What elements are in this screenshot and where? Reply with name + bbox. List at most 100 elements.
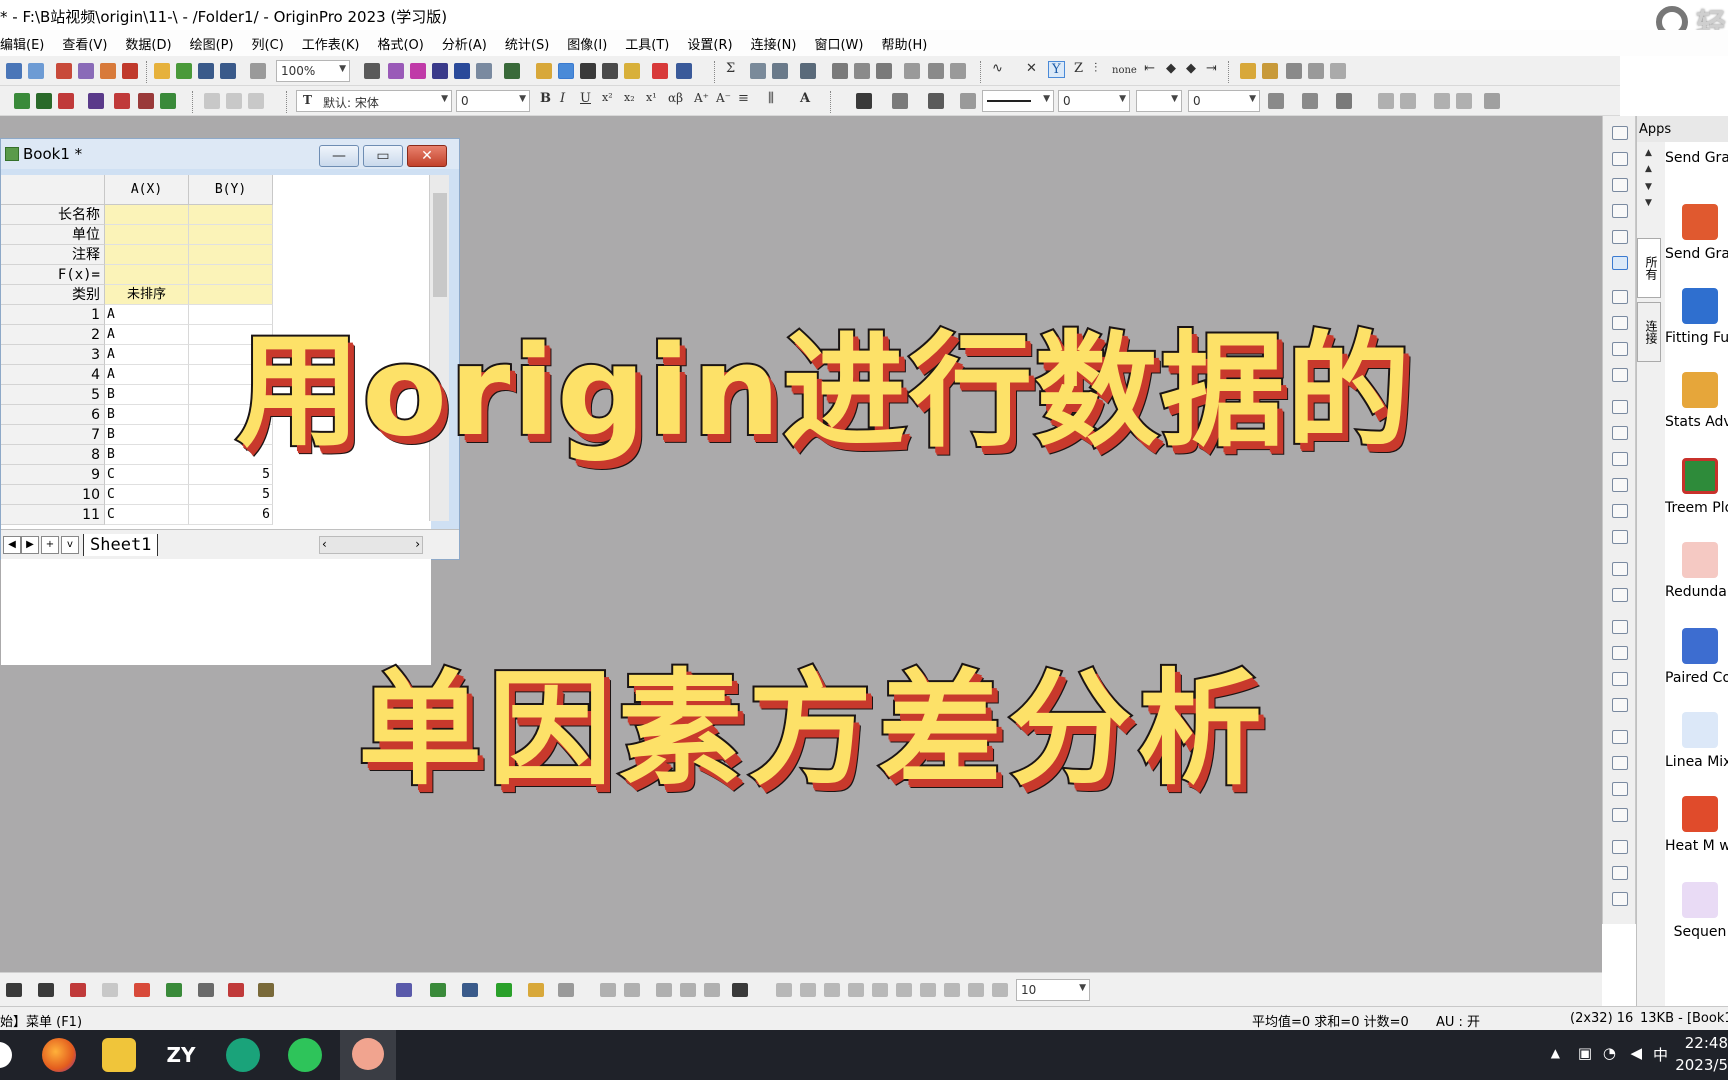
row-number[interactable]: 4: [1, 365, 105, 385]
copy-icon[interactable]: [226, 93, 242, 109]
object-align-10-icon[interactable]: [992, 983, 1008, 997]
status-autoupdate[interactable]: AU : 开: [1436, 1011, 1480, 1030]
swap-icon[interactable]: [624, 983, 640, 997]
sigma-icon[interactable]: Σ: [726, 61, 735, 76]
align-icon[interactable]: ≡: [738, 91, 749, 106]
column-header-b[interactable]: B(Y): [189, 175, 273, 205]
first-sheet-icon[interactable]: ◀: [3, 536, 21, 554]
column-chart-icon[interactable]: [70, 983, 86, 997]
object-align-4-icon[interactable]: [848, 983, 864, 997]
next-icon[interactable]: ◆: [1186, 61, 1196, 76]
new-project-icon[interactable]: [6, 63, 22, 79]
statistics-icon[interactable]: [750, 63, 766, 79]
export-graph-icon[interactable]: [388, 63, 404, 79]
annotation-icon[interactable]: [1286, 63, 1302, 79]
ungroup-tool-icon[interactable]: [1612, 756, 1628, 770]
sup-sub-icon[interactable]: x¹: [646, 91, 657, 104]
sheet-list-icon[interactable]: v: [61, 536, 79, 554]
code-builder-icon[interactable]: [558, 63, 574, 79]
scrollbar-thumb[interactable]: [433, 193, 447, 297]
data-reader-tool-icon[interactable]: [1612, 256, 1628, 270]
sort-icon[interactable]: [772, 63, 788, 79]
hatch-icon[interactable]: [1268, 93, 1284, 109]
region-icon[interactable]: [1308, 63, 1324, 79]
merge-icon[interactable]: [36, 93, 52, 109]
object-align-9-icon[interactable]: [968, 983, 984, 997]
project-explorer-icon[interactable]: [504, 63, 520, 79]
column-bars-icon[interactable]: [732, 983, 748, 997]
cell[interactable]: [189, 225, 273, 245]
new-matrix-icon[interactable]: [78, 63, 94, 79]
search-icon[interactable]: [0, 1042, 12, 1068]
boxplot-icon[interactable]: [134, 983, 150, 997]
object-align-5-icon[interactable]: [872, 983, 888, 997]
set-as-y-icon[interactable]: Y: [1048, 61, 1065, 78]
circle-app-icon[interactable]: [226, 1038, 260, 1072]
app-item[interactable]: Sequen: [1665, 882, 1728, 942]
menu-data[interactable]: 数据(D): [125, 34, 171, 53]
circle-tool-icon[interactable]: [1612, 504, 1628, 518]
duplicate-icon[interactable]: [454, 63, 470, 79]
align-top-icon[interactable]: [1612, 620, 1628, 634]
save-template-icon[interactable]: [220, 63, 236, 79]
font-name-select[interactable]: T 默认: 宋体 ▼: [296, 90, 452, 112]
waveform-icon[interactable]: ∿: [992, 61, 1003, 76]
row-number[interactable]: 2: [1, 325, 105, 345]
increase-font-icon[interactable]: A⁺: [694, 91, 709, 105]
cell-a[interactable]: C: [105, 505, 189, 525]
paste-format-icon[interactable]: [704, 983, 720, 997]
row-label-categories[interactable]: 类别: [1, 285, 105, 305]
row-label-units[interactable]: 单位: [1, 225, 105, 245]
object-align-3-icon[interactable]: [824, 983, 840, 997]
subscript-icon[interactable]: x₂: [624, 91, 635, 104]
group-tool-icon[interactable]: [1612, 730, 1628, 744]
layer-add-icon[interactable]: [430, 983, 446, 997]
text-tool-icon[interactable]: [1612, 400, 1628, 414]
new-notes-icon[interactable]: [100, 63, 116, 79]
add-column-icon[interactable]: [652, 63, 668, 79]
menu-preferences[interactable]: 设置(R): [687, 34, 732, 53]
zy-app-icon[interactable]: ZY: [164, 1038, 198, 1072]
histogram-icon[interactable]: [854, 63, 870, 79]
cell[interactable]: [105, 245, 189, 265]
row-number[interactable]: 7: [1, 425, 105, 445]
cell[interactable]: [105, 205, 189, 225]
size-tool-icon[interactable]: [1612, 808, 1628, 822]
previous-icon[interactable]: ◆: [1166, 61, 1176, 76]
chevron-left-icon[interactable]: ‹: [322, 537, 327, 551]
font-color-icon[interactable]: A: [800, 91, 810, 106]
resize-icon[interactable]: [1456, 93, 1472, 109]
symbol-size-select[interactable]: ▼: [1136, 90, 1182, 112]
message-log-icon[interactable]: [580, 63, 596, 79]
workbook-titlebar[interactable]: Book1 * — ▭ ✕: [1, 139, 459, 169]
clock-date[interactable]: 2023/5: [1675, 1056, 1728, 1074]
chevron-up-icon[interactable]: ▲: [1551, 1046, 1560, 1060]
close-button[interactable]: ✕: [407, 145, 447, 167]
clock-time[interactable]: 22:48: [1685, 1034, 1728, 1052]
new-graph-icon[interactable]: [56, 63, 72, 79]
move-icon[interactable]: [656, 983, 672, 997]
minimize-button[interactable]: —: [319, 145, 359, 167]
open-icon[interactable]: [154, 63, 170, 79]
data-reader-icon[interactable]: [1262, 63, 1278, 79]
frame-icon[interactable]: [558, 983, 574, 997]
cell-b[interactable]: 5: [189, 485, 273, 505]
next-sheet-icon[interactable]: ▶: [21, 536, 39, 554]
menu-window[interactable]: 窗口(W): [814, 34, 863, 53]
menu-connectivity[interactable]: 连接(N): [751, 34, 797, 53]
row-number[interactable]: 8: [1, 445, 105, 465]
matrix-icon[interactable]: [1612, 342, 1628, 356]
layer-manage-icon[interactable]: [462, 983, 478, 997]
object-align-icon[interactable]: [776, 983, 792, 997]
pie-chart-icon[interactable]: [102, 983, 118, 997]
greek-icon[interactable]: αβ: [668, 91, 683, 105]
zoom-select[interactable]: 100% ▼: [276, 60, 350, 82]
distribute-icon[interactable]: [1434, 93, 1450, 109]
align-right-icon[interactable]: [1400, 93, 1416, 109]
filter-options-icon[interactable]: [950, 63, 966, 79]
row-number[interactable]: 6: [1, 405, 105, 425]
add-plot-icon[interactable]: [114, 93, 130, 109]
results-log-icon[interactable]: [476, 63, 492, 79]
new-layout-icon[interactable]: [122, 63, 138, 79]
add-sheet-icon[interactable]: +: [41, 536, 59, 554]
